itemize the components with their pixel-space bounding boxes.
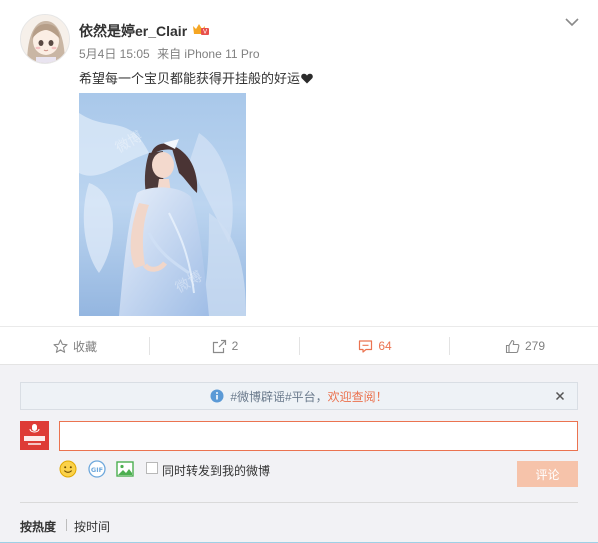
post-photo[interactable]: 微博 微博: [79, 93, 246, 316]
emoji-icon[interactable]: [59, 460, 77, 478]
comment-button[interactable]: 64: [300, 327, 450, 365]
favorite-label: 收藏: [72, 339, 97, 354]
comment-count: 64: [378, 339, 392, 353]
post-text-content: 希望每一个宝贝都能获得开挂般的好运: [79, 71, 301, 86]
chevron-down-icon[interactable]: [562, 12, 582, 32]
notice-topic-link[interactable]: #微博辟谣#平台，: [230, 388, 327, 405]
like-count: 279: [524, 339, 546, 353]
post-meta: 5月4日 15:05 来自 iPhone 11 Pro: [79, 45, 264, 62]
rumor-notice: #微博辟谣#平台， 欢迎查阅！: [20, 382, 578, 410]
repost-button[interactable]: 2: [150, 327, 300, 365]
username[interactable]: 依然是婷er_Clair: [79, 21, 187, 41]
favorite-button[interactable]: 收藏: [0, 327, 150, 365]
repost-count: 2: [231, 339, 239, 353]
vip-crown-icon[interactable]: V: [192, 22, 210, 36]
sort-by-hot-tab[interactable]: 按热度: [20, 518, 56, 535]
black-heart-icon: [301, 72, 313, 87]
info-icon: [210, 389, 224, 403]
photo-illustration: 微博 微博: [79, 93, 246, 316]
post-source: 来自 iPhone 11 Pro: [157, 47, 260, 61]
comment-input[interactable]: [59, 421, 578, 451]
comment-icon: [359, 339, 373, 353]
thumbs-up-icon: [505, 339, 520, 353]
svg-text:GIF: GIF: [91, 466, 103, 474]
user-avatar[interactable]: [20, 14, 70, 64]
my-avatar-logo: [20, 421, 49, 450]
repost-icon: [212, 339, 226, 353]
repost-checkbox-label[interactable]: 同时转发到我的微博: [162, 462, 270, 479]
avatar-illustration: [21, 15, 69, 63]
comment-section: #微博辟谣#平台， 欢迎查阅！ GIF 同时转发到我的微博 评论 按热度 按时间: [0, 364, 598, 543]
weibo-post: 依然是婷er_Clair V 5月4日 15:05 来自 iPhone 11 P…: [0, 0, 598, 326]
sort-separator: [66, 519, 67, 531]
submit-comment-button[interactable]: 评论: [517, 461, 578, 487]
repost-checkbox[interactable]: [146, 462, 158, 474]
action-bar: 收藏 2 64 279: [0, 326, 598, 364]
sort-by-time-tab[interactable]: 按时间: [74, 518, 110, 535]
close-icon[interactable]: [553, 389, 567, 403]
gif-icon[interactable]: GIF: [88, 460, 106, 478]
post-date[interactable]: 5月4日 15:05: [79, 47, 150, 61]
notice-view-link[interactable]: 欢迎查阅！: [328, 388, 388, 405]
star-icon: [53, 338, 68, 353]
image-icon[interactable]: [116, 460, 134, 478]
like-button[interactable]: 279: [450, 327, 598, 365]
my-avatar[interactable]: [20, 421, 49, 450]
post-text: 希望每一个宝贝都能获得开挂般的好运: [79, 68, 313, 87]
sort-divider: [20, 502, 578, 503]
